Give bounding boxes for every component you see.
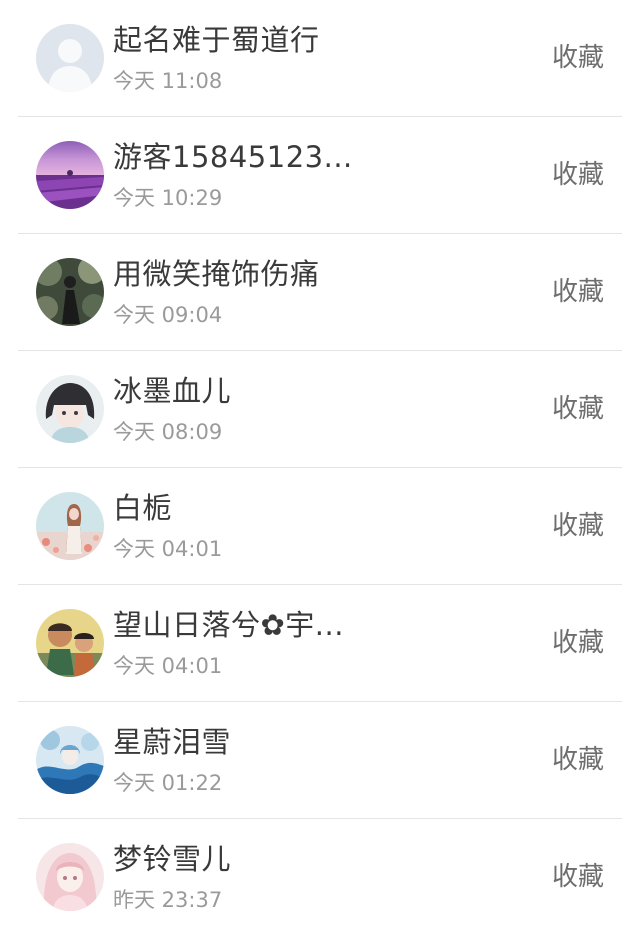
favorite-button[interactable]: 收藏: [552, 625, 604, 661]
blue-anime-avatar[interactable]: [36, 726, 104, 794]
list-item[interactable]: 白栀 今天 04:01 收藏: [0, 468, 640, 585]
timestamp: 今天 04:01: [113, 654, 223, 678]
timestamp: 今天 04:01: [113, 537, 223, 561]
favorite-button[interactable]: 收藏: [552, 742, 604, 778]
timestamp: 今天 01:22: [113, 771, 223, 795]
user-name: 冰墨血儿: [113, 374, 232, 408]
list-item[interactable]: 起名难于蜀道行 今天 11:08 收藏: [0, 0, 640, 117]
lavender-field-avatar[interactable]: [36, 141, 104, 209]
user-list: 起名难于蜀道行 今天 11:08 收藏 游客15845123... 今天 10:…: [0, 0, 640, 927]
list-item[interactable]: 星蔚泪雪 今天 01:22 收藏: [0, 702, 640, 819]
timestamp: 今天 10:29: [113, 186, 223, 210]
timestamp: 今天 08:09: [113, 420, 223, 444]
user-name: 用微笑掩饰伤痛: [113, 257, 320, 291]
girl-in-garden-avatar[interactable]: [36, 258, 104, 326]
list-item[interactable]: 望山日落兮✿宇... 今天 04:01 收藏: [0, 585, 640, 702]
timestamp: 今天 09:04: [113, 303, 223, 327]
favorite-button[interactable]: 收藏: [552, 274, 604, 310]
favorite-button[interactable]: 收藏: [552, 157, 604, 193]
girl-with-flowers-avatar[interactable]: [36, 492, 104, 560]
cartoon-boys-avatar[interactable]: [36, 609, 104, 677]
favorite-button[interactable]: 收藏: [552, 859, 604, 895]
default-person-avatar[interactable]: [36, 24, 104, 92]
favorite-button[interactable]: 收藏: [552, 508, 604, 544]
favorite-button[interactable]: 收藏: [552, 40, 604, 76]
user-name: 游客15845123...: [113, 140, 353, 174]
list-item[interactable]: 用微笑掩饰伤痛 今天 09:04 收藏: [0, 234, 640, 351]
user-name: 星蔚泪雪: [113, 725, 232, 759]
user-name: 起名难于蜀道行: [113, 23, 320, 57]
user-name: 望山日落兮✿宇...: [113, 608, 344, 642]
list-item[interactable]: 梦铃雪儿 昨天 23:37 收藏: [0, 819, 640, 927]
user-name: 梦铃雪儿: [113, 842, 232, 876]
favorite-button[interactable]: 收藏: [552, 391, 604, 427]
pink-anime-girl-avatar[interactable]: [36, 843, 104, 911]
list-item[interactable]: 冰墨血儿 今天 08:09 收藏: [0, 351, 640, 468]
anime-girl-avatar[interactable]: [36, 375, 104, 443]
timestamp: 昨天 23:37: [113, 888, 223, 912]
list-item[interactable]: 游客15845123... 今天 10:29 收藏: [0, 117, 640, 234]
user-name: 白栀: [113, 491, 173, 525]
timestamp: 今天 11:08: [113, 69, 223, 93]
